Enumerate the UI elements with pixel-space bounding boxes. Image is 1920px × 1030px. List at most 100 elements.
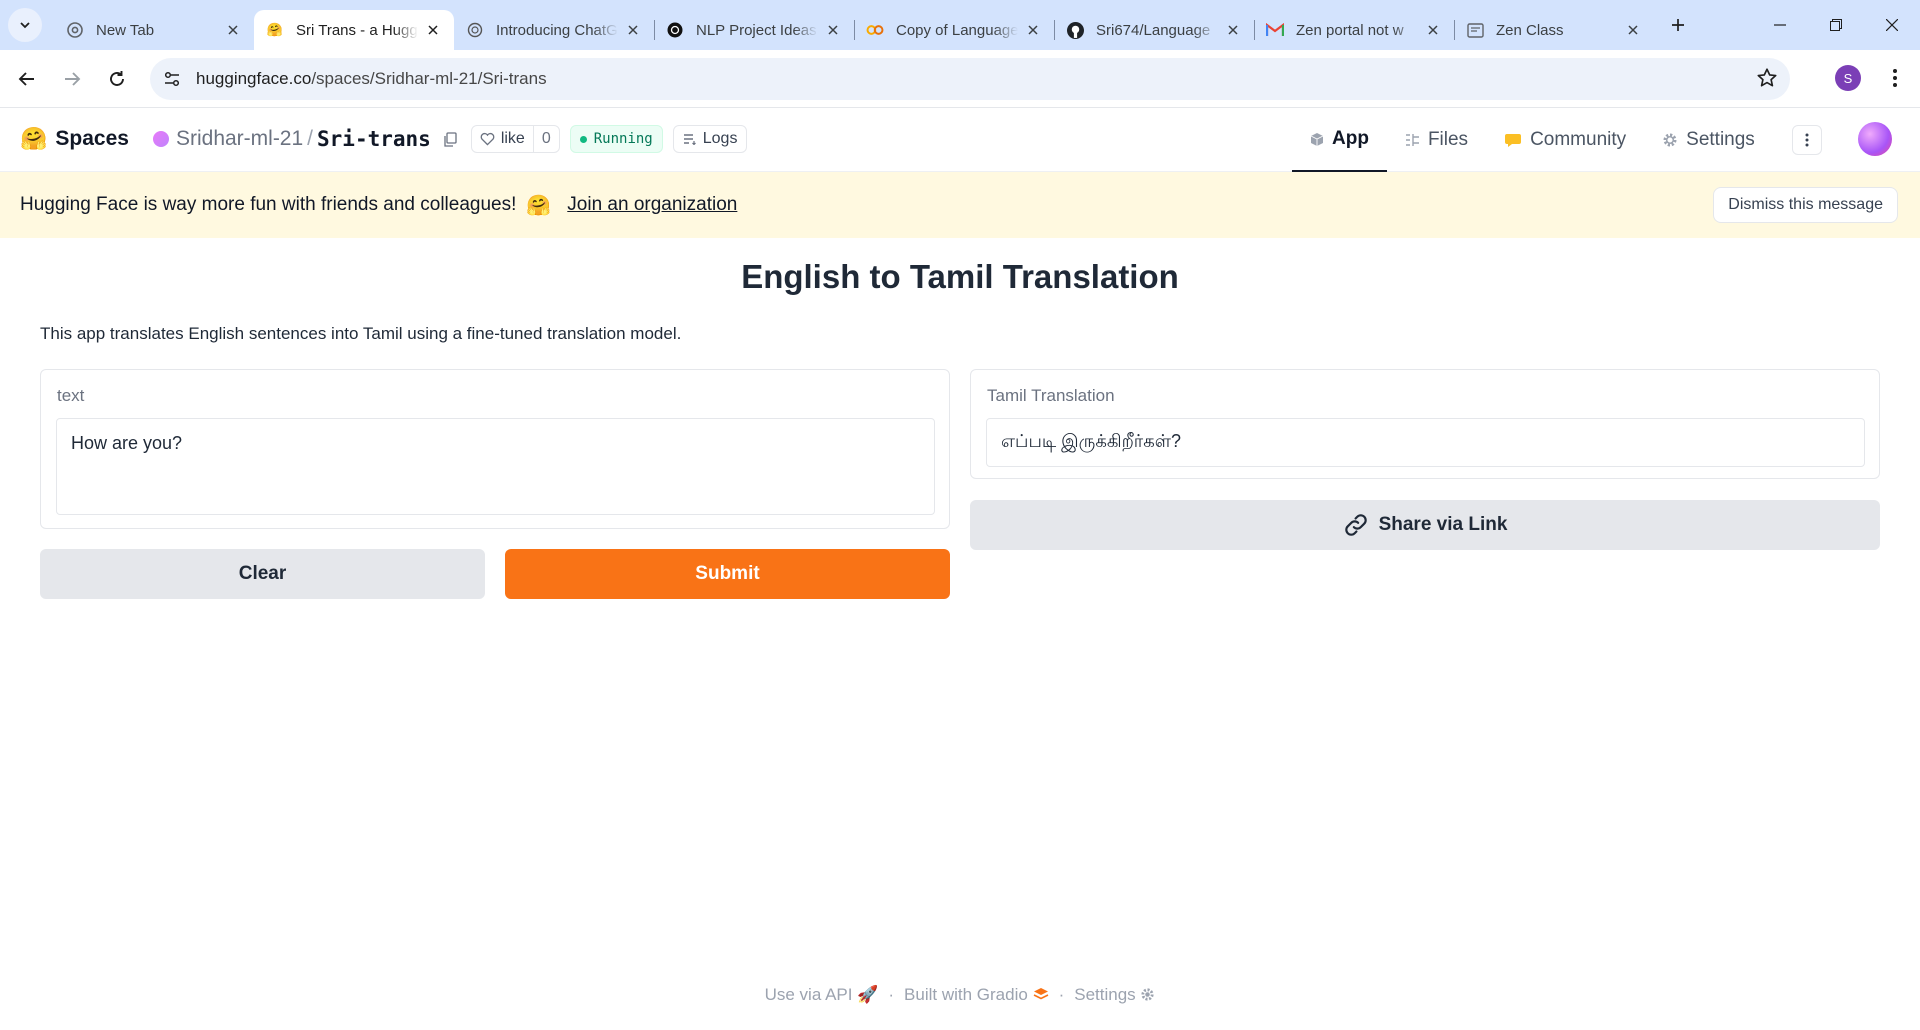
- tab-files[interactable]: Files: [1387, 108, 1486, 172]
- tab-app[interactable]: App: [1292, 108, 1387, 172]
- github-icon: [1066, 21, 1084, 39]
- footer-settings-link[interactable]: Settings: [1074, 985, 1155, 1005]
- tab-title: New Tab: [96, 21, 155, 39]
- clear-button-label: Clear: [238, 563, 287, 584]
- minimize-button[interactable]: [1752, 0, 1808, 50]
- restore-button[interactable]: [1808, 0, 1864, 50]
- close-icon[interactable]: [1624, 21, 1642, 39]
- clear-button[interactable]: Clear: [40, 549, 485, 599]
- close-icon[interactable]: [424, 21, 442, 39]
- like-button[interactable]: like 0: [470, 125, 560, 153]
- window-controls: [1752, 0, 1920, 50]
- community-icon: [1505, 134, 1522, 147]
- browser-tab[interactable]: Copy of Language: [854, 10, 1054, 50]
- tab-settings[interactable]: Settings: [1644, 108, 1773, 172]
- translation-output[interactable]: எப்படி இருக்கிறீர்கள்?: [986, 418, 1865, 467]
- tab-app-label: App: [1332, 128, 1369, 149]
- share-link-button[interactable]: Share via Link: [970, 500, 1880, 550]
- tab-search-button[interactable]: [8, 8, 42, 42]
- tab-list: New Tab 🤗 Sri Trans - a Hugging Face Spa…: [54, 0, 1694, 50]
- close-icon[interactable]: [224, 21, 242, 39]
- repo-name-link[interactable]: Sri-trans: [317, 127, 431, 151]
- new-tab-button[interactable]: [1662, 9, 1694, 41]
- tab-title: NLP Project Ideas: [696, 21, 817, 39]
- tab-community[interactable]: Community: [1486, 108, 1644, 172]
- browser-tab[interactable]: New Tab: [54, 10, 254, 50]
- close-icon[interactable]: [824, 21, 842, 39]
- reload-button[interactable]: [99, 61, 135, 97]
- owner-avatar: [152, 131, 169, 147]
- chrome-icon: [66, 21, 84, 39]
- close-icon[interactable]: [1224, 21, 1242, 39]
- app-title: English to Tamil Translation: [741, 258, 1179, 295]
- space-more-button[interactable]: [1792, 125, 1822, 155]
- tab-title: Zen portal not w: [1296, 21, 1404, 39]
- back-button[interactable]: [9, 61, 45, 97]
- more-vertical-icon: [1893, 69, 1897, 87]
- built-with-gradio-link[interactable]: Built with Gradio: [904, 985, 1049, 1005]
- close-icon[interactable]: [624, 21, 642, 39]
- bookmark-star-icon[interactable]: [1756, 67, 1778, 94]
- user-avatar[interactable]: [1858, 122, 1892, 156]
- logs-icon: [683, 134, 696, 145]
- share-link-label: Share via Link: [1378, 514, 1508, 535]
- tab-title: Sri Trans - a Hugging Face Space: [296, 21, 418, 39]
- hf-header: 🤗 Spaces Sridhar-ml-21 / Sri-trans like …: [0, 108, 1920, 172]
- copy-icon[interactable]: [441, 130, 459, 148]
- minimize-icon: [1774, 24, 1786, 26]
- gear-icon: [1141, 988, 1154, 1001]
- close-icon: [1886, 19, 1898, 31]
- tab-title: Copy of Language: [896, 21, 1018, 39]
- close-icon[interactable]: [1424, 21, 1442, 39]
- heart-icon: [480, 132, 495, 146]
- browser-tab[interactable]: Introducing ChatGPT: [454, 10, 654, 50]
- browser-tab-active[interactable]: 🤗 Sri Trans - a Hugging Face Space: [254, 10, 454, 50]
- banner-message: Hugging Face is way more fun with friend…: [20, 194, 517, 215]
- hugging-face-icon: 🤗: [266, 22, 284, 37]
- use-via-api-link[interactable]: Use via API 🚀: [765, 985, 879, 1005]
- page-icon: [1466, 21, 1484, 39]
- hugging-face-logo-icon[interactable]: 🤗: [20, 126, 47, 152]
- files-icon: [1405, 134, 1419, 146]
- cube-icon: [1310, 132, 1324, 146]
- browser-tab[interactable]: Zen Class: [1454, 10, 1654, 50]
- spaces-link[interactable]: Spaces: [55, 127, 129, 151]
- output-panel: Tamil Translation எப்படி இருக்கிறீர்கள்?: [970, 369, 1880, 479]
- address-bar[interactable]: huggingface.co/spaces/Sridhar-ml-21/Sri-…: [150, 58, 1790, 100]
- openai-icon: [666, 21, 684, 39]
- submit-button-label: Submit: [695, 563, 760, 584]
- gear-icon: [1663, 133, 1677, 147]
- like-label: like: [500, 130, 525, 147]
- rocket-icon: 🚀: [857, 985, 879, 1004]
- footer-settings-label: Settings: [1074, 985, 1136, 1004]
- hf-header-left: 🤗 Spaces Sridhar-ml-21 / Sri-trans like …: [20, 122, 748, 156]
- gradio-logo-icon: [1033, 988, 1048, 1000]
- logs-button[interactable]: Logs: [672, 125, 748, 153]
- app-description: This app translates English sentences in…: [40, 324, 682, 343]
- site-settings-icon[interactable]: [154, 61, 190, 97]
- use-via-api-label: Use via API: [764, 985, 853, 1004]
- reload-icon: [110, 70, 124, 86]
- tab-community-label: Community: [1530, 129, 1627, 150]
- close-window-button[interactable]: [1864, 0, 1920, 50]
- url-host: huggingface.co: [196, 69, 312, 88]
- logs-label: Logs: [702, 130, 738, 147]
- join-organization-link[interactable]: Join an organization: [567, 194, 737, 216]
- profile-avatar[interactable]: S: [1835, 65, 1861, 91]
- close-icon[interactable]: [1024, 21, 1042, 39]
- browser-tab[interactable]: Sri674/Language: [1054, 10, 1254, 50]
- owner-link[interactable]: Sridhar-ml-21: [176, 127, 303, 151]
- browser-menu-button[interactable]: [1880, 62, 1910, 94]
- hugging-emoji-icon: 🤗: [526, 194, 552, 217]
- forward-button[interactable]: [54, 61, 90, 97]
- plus-icon: [1672, 19, 1684, 31]
- openai-icon: [466, 21, 484, 39]
- gmail-icon: [1266, 21, 1284, 39]
- browser-tab[interactable]: Zen portal not w: [1254, 10, 1454, 50]
- submit-button[interactable]: Submit: [505, 549, 950, 599]
- browser-tab[interactable]: NLP Project Ideas: [654, 10, 854, 50]
- path-separator: /: [307, 127, 314, 150]
- dismiss-banner-button[interactable]: Dismiss this message: [1713, 187, 1898, 223]
- text-input[interactable]: How are you?: [56, 418, 935, 515]
- url-text: huggingface.co/spaces/Sridhar-ml-21/Sri-…: [196, 69, 547, 89]
